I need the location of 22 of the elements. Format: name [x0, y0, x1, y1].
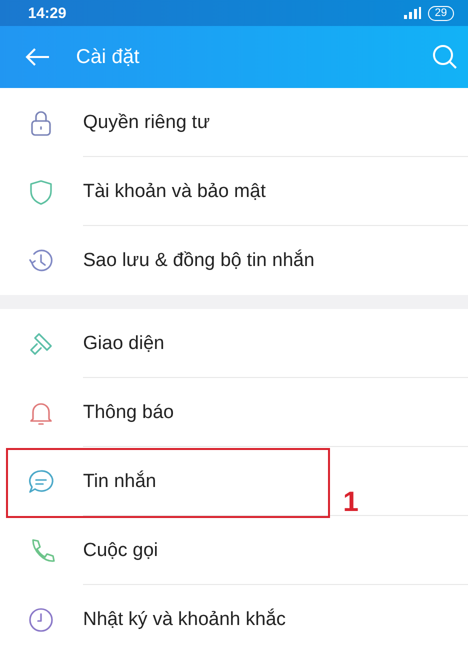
item-label: Nhật ký và khoảnh khắc: [83, 608, 286, 630]
settings-item[interactable]: Cuộc gọi: [0, 516, 468, 585]
settings-item[interactable]: Sao lưu & đồng bộ tin nhắn: [0, 226, 468, 295]
settings-item[interactable]: Giao diện: [0, 309, 468, 378]
screen-title: Cài đặt: [76, 46, 140, 68]
item-label: Quyền riêng tư: [83, 112, 210, 134]
settings-item[interactable]: Quyền riêng tư: [0, 88, 468, 157]
settings-item[interactable]: Nhật ký và khoảnh khắc: [0, 585, 468, 654]
item-label: Thông báo: [83, 402, 174, 424]
item-label: Tin nhắn: [83, 470, 156, 492]
item-label: Giao diện: [83, 332, 164, 354]
item-label: Tài khoản và bảo mật: [83, 180, 266, 202]
signal-icon: [402, 7, 422, 19]
search-icon[interactable]: [432, 44, 458, 70]
annotation-number: 1: [343, 490, 359, 514]
status-time: 14:29: [28, 4, 66, 22]
settings-item[interactable]: Thông báo: [0, 378, 468, 447]
back-icon[interactable]: [24, 47, 50, 67]
item-label: Sao lưu & đồng bộ tin nhắn: [83, 250, 314, 272]
settings-item[interactable]: Tài khoản và bảo mật: [0, 157, 468, 226]
battery-indicator: 29: [428, 6, 454, 20]
item-label: Cuộc gọi: [83, 540, 158, 562]
